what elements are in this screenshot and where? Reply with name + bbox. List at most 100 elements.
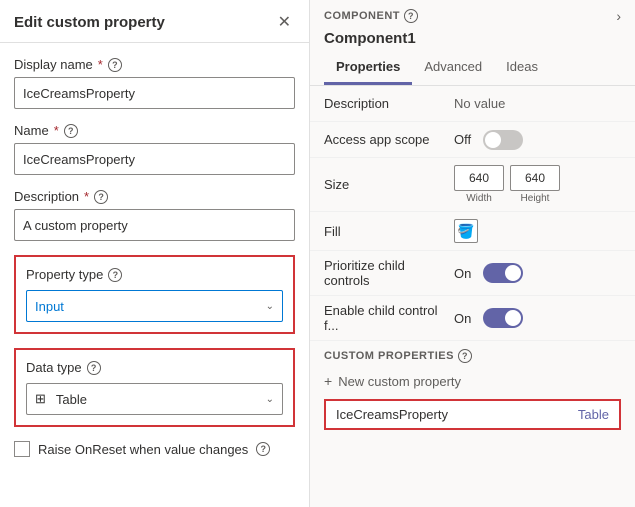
prioritize-child-toggle[interactable] (483, 263, 523, 283)
plus-icon: + (324, 373, 332, 389)
left-body: Display name * ? Name * ? Description * … (0, 43, 309, 507)
name-label-text: Name (14, 123, 49, 138)
prop-fill-label: Fill (324, 224, 454, 239)
right-chevron-icon[interactable]: › (616, 8, 621, 24)
desc-required-star: * (84, 189, 89, 204)
custom-property-name: IceCreamsProperty (336, 407, 448, 422)
prioritize-child-toggle-thumb (505, 265, 521, 281)
display-name-info-icon[interactable]: ? (108, 58, 122, 72)
prop-row-access-scope: Access app scope Off (310, 122, 635, 158)
name-info-icon[interactable]: ? (64, 124, 78, 138)
name-label: Name * ? (14, 123, 295, 138)
dialog-title: Edit custom property (14, 14, 165, 31)
component-label: COMPONENT ? (324, 9, 418, 23)
prop-row-enable-child: Enable child control f... On (310, 296, 635, 341)
prop-size-label: Size (324, 177, 454, 192)
description-group: Description * ? (14, 189, 295, 241)
name-group: Name * ? (14, 123, 295, 175)
enable-child-on-label: On (454, 311, 471, 326)
height-input-wrapper: Height (510, 165, 560, 204)
raise-on-reset-checkbox[interactable] (14, 441, 30, 457)
property-type-info-icon[interactable]: ? (108, 268, 122, 282)
property-type-label-text: Property type (26, 267, 103, 282)
custom-property-type: Table (578, 407, 609, 422)
new-property-button[interactable]: + New custom property (310, 367, 635, 395)
fill-paint-icon: 🪣 (457, 223, 474, 240)
name-required-star: * (54, 123, 59, 138)
data-type-dropdown[interactable]: ⊞ Table ⌄ (26, 383, 283, 415)
required-star: * (98, 57, 103, 72)
description-label-text: Description (14, 189, 79, 204)
enable-child-control: On (454, 308, 523, 328)
display-name-group: Display name * ? (14, 57, 295, 109)
prop-row-prioritize-child: Prioritize child controls On (310, 251, 635, 296)
data-type-value: Table (56, 392, 87, 407)
description-input[interactable] (14, 209, 295, 241)
prioritize-child-control: On (454, 263, 523, 283)
left-header: Edit custom property ✕ (0, 0, 309, 43)
property-type-label: Property type ? (26, 267, 283, 282)
property-type-chevron-icon: ⌄ (266, 301, 274, 312)
description-label: Description * ? (14, 189, 295, 204)
raise-on-reset-info-icon[interactable]: ? (256, 442, 270, 456)
raise-on-reset-row: Raise OnReset when value changes ? (14, 441, 295, 457)
access-scope-toggle[interactable] (483, 130, 523, 150)
prioritize-on-label: On (454, 266, 471, 281)
property-type-value: Input (35, 299, 64, 314)
access-scope-control: Off (454, 130, 523, 150)
data-type-label-text: Data type (26, 360, 82, 375)
display-name-input[interactable] (14, 77, 295, 109)
enable-child-toggle-thumb (505, 310, 521, 326)
access-scope-off-label: Off (454, 132, 471, 147)
tab-properties[interactable]: Properties (324, 53, 412, 85)
tab-advanced[interactable]: Advanced (412, 53, 494, 85)
data-type-value-row: ⊞ Table (35, 391, 87, 407)
display-name-label: Display name * ? (14, 57, 295, 72)
prop-row-description: Description No value (310, 86, 635, 122)
component-label-text: COMPONENT (324, 10, 400, 22)
right-body: Description No value Access app scope Of… (310, 86, 635, 507)
access-scope-toggle-thumb (485, 132, 501, 148)
tab-ideas[interactable]: Ideas (494, 53, 550, 85)
data-type-dropdown-wrapper: ⊞ Table ⌄ (26, 383, 283, 415)
left-panel: Edit custom property ✕ Display name * ? … (0, 0, 310, 507)
component-info-icon[interactable]: ? (404, 9, 418, 23)
prop-description-label: Description (324, 96, 454, 111)
property-type-dropdown[interactable]: Input ⌄ (26, 290, 283, 322)
new-property-label: New custom property (338, 374, 461, 389)
size-height-input[interactable] (510, 165, 560, 191)
data-type-chevron-icon: ⌄ (266, 394, 274, 405)
right-header: COMPONENT ? › (310, 0, 635, 28)
width-input-wrapper: Width (454, 165, 504, 204)
fill-swatch[interactable]: 🪣 (454, 219, 478, 243)
name-input[interactable] (14, 143, 295, 175)
prop-enable-child-label: Enable child control f... (324, 303, 454, 333)
close-button[interactable]: ✕ (274, 10, 295, 34)
component-name: Component1 (310, 28, 635, 53)
data-type-label: Data type ? (26, 360, 283, 375)
enable-child-toggle[interactable] (483, 308, 523, 328)
size-inputs: Width Height (454, 165, 560, 204)
custom-properties-divider: CUSTOM PROPERTIES ? (310, 341, 635, 367)
right-panel: COMPONENT ? › Component1 Properties Adva… (310, 0, 635, 507)
raise-on-reset-label: Raise OnReset when value changes (38, 442, 248, 457)
description-info-icon[interactable]: ? (94, 190, 108, 204)
prop-description-value: No value (454, 96, 621, 111)
property-type-section: Property type ? Input ⌄ (14, 255, 295, 334)
custom-property-row[interactable]: IceCreamsProperty Table (324, 399, 621, 430)
data-type-info-icon[interactable]: ? (87, 361, 101, 375)
display-name-label-text: Display name (14, 57, 93, 72)
prop-prioritize-label: Prioritize child controls (324, 258, 454, 288)
prop-row-fill: Fill 🪣 (310, 212, 635, 251)
width-label: Width (466, 193, 492, 204)
size-width-input[interactable] (454, 165, 504, 191)
data-type-section: Data type ? ⊞ Table ⌄ (14, 348, 295, 427)
custom-properties-info-icon[interactable]: ? (458, 349, 472, 363)
height-label: Height (521, 193, 550, 204)
prop-row-size: Size Width Height (310, 158, 635, 212)
prop-access-scope-label: Access app scope (324, 132, 454, 147)
table-grid-icon: ⊞ (35, 391, 46, 407)
close-icon: ✕ (278, 14, 291, 31)
custom-properties-label: CUSTOM PROPERTIES (324, 350, 454, 362)
property-type-dropdown-wrapper: Input ⌄ (26, 290, 283, 322)
